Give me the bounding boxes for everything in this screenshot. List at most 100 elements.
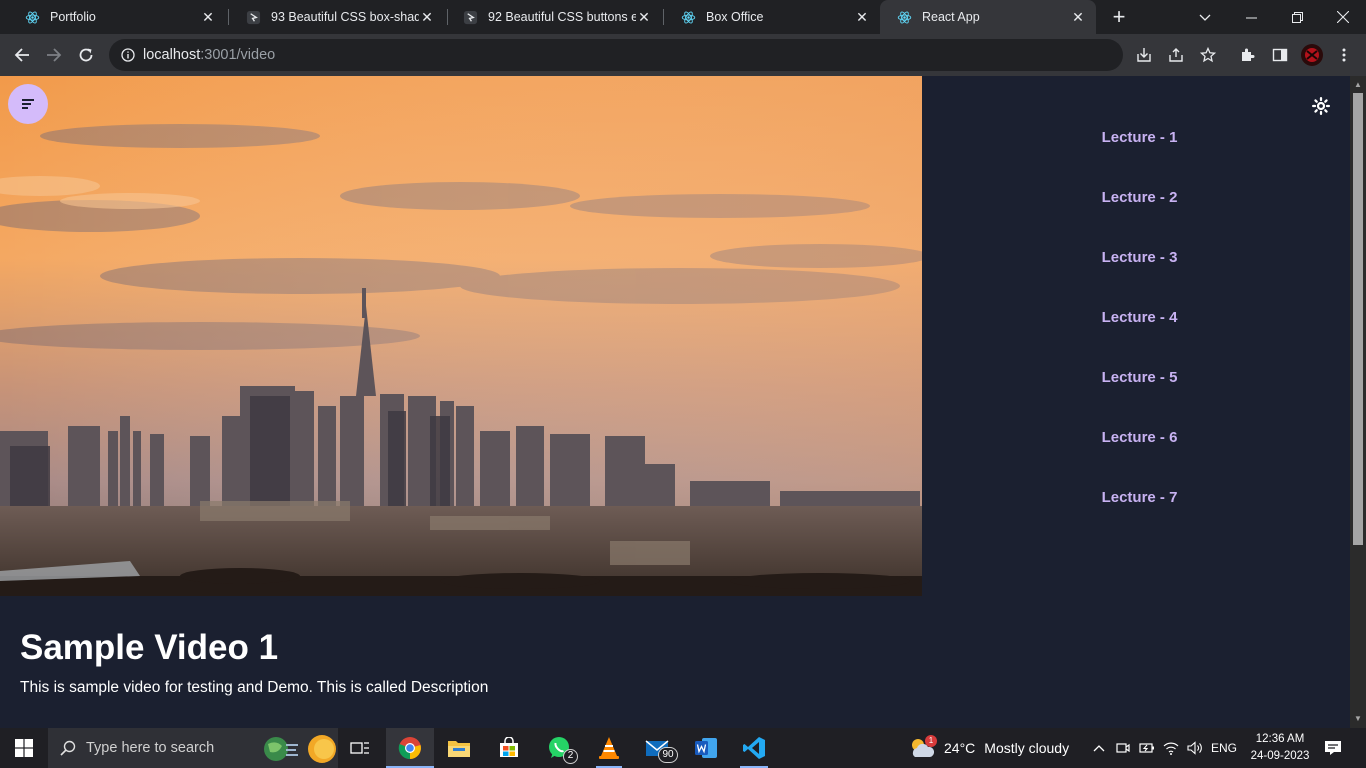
taskbar-mail[interactable]: 90 (634, 728, 680, 768)
wifi-icon (1163, 742, 1179, 755)
close-icon[interactable]: ✕ (1070, 9, 1086, 25)
scrollbar-thumb[interactable] (1353, 93, 1363, 545)
taskbar-chrome[interactable] (386, 728, 434, 768)
tab-title: 92 Beautiful CSS buttons exa (488, 10, 636, 24)
more-vert-icon (1342, 48, 1346, 62)
scroll-down-arrow-icon[interactable]: ▼ (1350, 712, 1366, 726)
taskbar-search-box[interactable]: Type here to search (48, 728, 338, 768)
avatar-icon (1301, 44, 1323, 66)
page-scrollbar[interactable]: ▲ ▼ (1350, 76, 1366, 728)
battery-charging-icon (1139, 743, 1154, 753)
tab-title: React App (922, 10, 980, 24)
tab-box-shadow[interactable]: 93 Beautiful CSS box-shadow ✕ (229, 0, 445, 34)
window-close-button[interactable] (1320, 0, 1366, 34)
sun-icon (1312, 97, 1330, 115)
share-icon (1169, 48, 1183, 62)
lecture-link-4[interactable]: Lecture - 4 (922, 309, 1350, 326)
react-icon (680, 9, 696, 25)
taskbar-vscode[interactable] (732, 728, 776, 768)
mail-badge: 90 (658, 747, 678, 763)
taskbar-clock[interactable]: 12:36 AM 24-09-2023 (1240, 731, 1320, 765)
codepen-icon (245, 9, 261, 25)
input-language-button[interactable]: ENG (1208, 728, 1240, 768)
close-icon[interactable]: ✕ (200, 9, 216, 25)
forward-button[interactable] (39, 40, 69, 70)
browser-menu-button[interactable] (1330, 41, 1358, 69)
star-icon (1200, 47, 1216, 63)
folder-icon (448, 741, 470, 757)
arrow-right-icon (47, 48, 62, 62)
start-button[interactable] (0, 728, 48, 768)
new-tab-button[interactable]: + (1107, 6, 1131, 30)
volume-icon (1187, 741, 1202, 755)
theme-toggle-button[interactable] (1308, 93, 1334, 119)
puzzle-icon (1242, 48, 1255, 61)
scroll-up-arrow-icon[interactable]: ▲ (1350, 78, 1366, 92)
share-button[interactable] (1162, 41, 1190, 69)
notification-center-button[interactable] (1318, 728, 1348, 768)
show-hidden-icons-button[interactable] (1088, 728, 1110, 768)
url-path: :3001/video (200, 47, 276, 63)
close-icon[interactable]: ✕ (419, 9, 435, 25)
search-highlight-illustration (264, 735, 336, 763)
weather-temperature: 24°C (944, 740, 976, 756)
info-icon[interactable] (121, 48, 135, 62)
install-app-button[interactable] (1130, 41, 1158, 69)
network-button[interactable] (1160, 728, 1182, 768)
store-icon (500, 737, 518, 757)
close-icon[interactable]: ✕ (854, 9, 870, 25)
tab-search-button[interactable] (1182, 0, 1228, 34)
task-view-button[interactable] (340, 728, 380, 768)
side-panel-button[interactable] (1266, 41, 1294, 69)
weather-badge: 1 (925, 735, 937, 747)
lecture-link-5[interactable]: Lecture - 5 (922, 369, 1350, 386)
close-icon[interactable]: ✕ (636, 9, 652, 25)
city-skyline-video-frame (0, 76, 922, 596)
weather-widget[interactable]: 1 24°C Mostly cloudy (908, 728, 1073, 768)
close-icon (1337, 11, 1349, 23)
tab-title: Box Office (706, 10, 764, 24)
minimize-icon (1245, 17, 1257, 18)
lecture-link-7[interactable]: Lecture - 7 (922, 489, 1350, 506)
tab-css-buttons[interactable]: 92 Beautiful CSS buttons exa ✕ (446, 0, 662, 34)
taskbar-microsoft-store[interactable] (486, 728, 532, 768)
video-player[interactable] (0, 76, 922, 596)
back-button[interactable] (7, 40, 37, 70)
reload-icon (79, 48, 93, 62)
meet-now-button[interactable] (1112, 728, 1134, 768)
tab-portfolio[interactable]: Portfolio ✕ (8, 0, 226, 34)
url-text: localhost:3001/video (143, 47, 275, 63)
sort-lines-icon (22, 99, 34, 109)
react-icon (896, 9, 912, 25)
tab-title: 93 Beautiful CSS box-shadow (271, 10, 419, 24)
profile-avatar[interactable] (1298, 41, 1326, 69)
restore-button[interactable] (1274, 0, 1320, 34)
vscode-icon (743, 737, 765, 759)
weather-condition: Mostly cloudy (984, 740, 1070, 756)
tab-box-office[interactable]: Box Office ✕ (664, 0, 880, 34)
tab-title: Portfolio (50, 10, 96, 24)
bookmark-button[interactable] (1194, 41, 1222, 69)
menu-toggle-button[interactable] (8, 84, 48, 124)
chevron-up-icon (1093, 745, 1105, 752)
taskbar-vlc[interactable] (586, 728, 632, 768)
restore-icon (1291, 11, 1303, 23)
video-title: Sample Video 1 (20, 628, 279, 667)
taskbar-word[interactable] (684, 728, 728, 768)
language-indicator: ENG (1210, 741, 1237, 755)
lecture-link-1[interactable]: Lecture - 1 (922, 129, 1350, 146)
lecture-link-2[interactable]: Lecture - 2 (922, 189, 1350, 206)
reload-button[interactable] (71, 40, 101, 70)
extensions-button[interactable] (1234, 41, 1262, 69)
clock-date: 24-09-2023 (1250, 750, 1310, 762)
address-bar[interactable]: localhost:3001/video (109, 39, 1123, 71)
volume-button[interactable] (1184, 728, 1206, 768)
lecture-link-6[interactable]: Lecture - 6 (922, 429, 1350, 446)
tab-react-app[interactable]: React App ✕ (880, 0, 1096, 34)
minimize-button[interactable] (1228, 0, 1274, 34)
taskbar-whatsapp[interactable]: 2 (536, 728, 582, 768)
lecture-link-3[interactable]: Lecture - 3 (922, 249, 1350, 266)
windows-logo-icon (15, 739, 33, 757)
taskbar-file-explorer[interactable] (436, 728, 482, 768)
battery-button[interactable] (1136, 728, 1158, 768)
